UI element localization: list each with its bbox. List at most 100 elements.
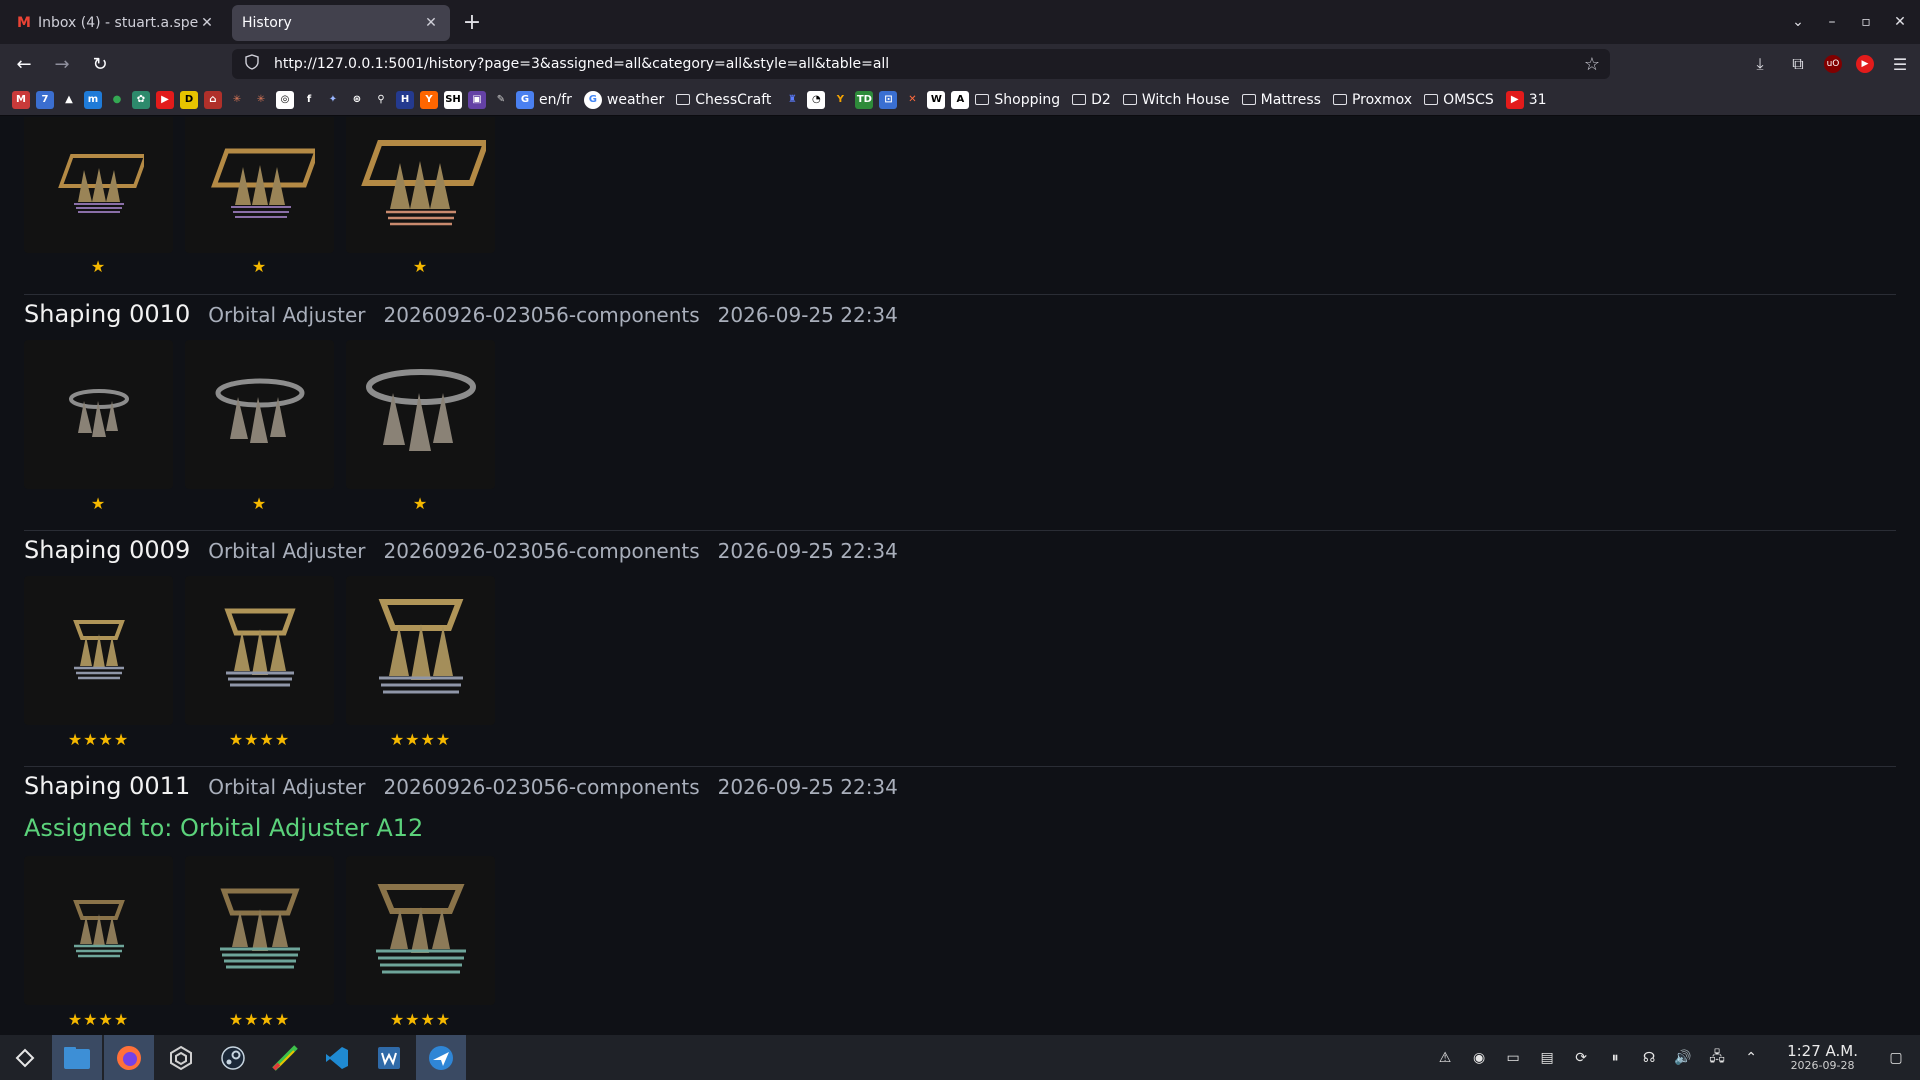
bookmark-favicon-icon[interactable]: A [951,90,970,109]
bookmark-star-icon[interactable]: ☆ [1584,54,1600,75]
terminal-icon[interactable]: ▭ [1503,1048,1523,1068]
bookmark-youtube-31[interactable]: ▶ 31 [1505,90,1547,109]
bookmark-favicon-icon[interactable]: Y [831,91,849,109]
steam-icon[interactable] [208,1035,258,1080]
close-icon[interactable]: ✕ [422,14,440,32]
list-all-tabs-icon[interactable]: ⌄ [1788,14,1808,30]
ublock-icon[interactable]: uO [1824,55,1842,73]
bookmark-favicon-icon[interactable]: ♜ [783,91,801,109]
bookmark-favicon-icon[interactable]: ◔ [807,90,826,109]
render-thumbnail[interactable] [24,576,173,725]
bookmark-folder-mattress[interactable]: Mattress [1241,92,1321,108]
star-rating[interactable]: ★ [185,257,334,276]
star-rating[interactable]: ★★★★ [24,730,173,749]
youtube-extension-icon[interactable]: ▶ [1856,55,1874,73]
bookmark-favicon-icon[interactable]: ⊡ [879,90,898,109]
bookmark-favicon-icon[interactable]: TD [855,90,874,109]
maps-icon[interactable]: ● [108,91,126,109]
sync-icon[interactable]: ⟳ [1571,1048,1591,1068]
bookmark-favicon-icon[interactable]: ⚲ [372,91,390,109]
bookmark-folder-witch-house[interactable]: Witch House [1122,92,1230,108]
download-icon[interactable]: ⤓ [1748,52,1772,76]
render-thumbnail[interactable] [346,117,495,253]
bookmark-weather[interactable]: G weather [583,90,664,109]
show-desktop-icon[interactable]: ▢ [1886,1048,1906,1068]
bookmark-folder-chesscraft[interactable]: ChessCraft [676,92,771,108]
bookmark-favicon-icon[interactable]: ✦ [324,91,342,109]
render-thumbnail[interactable] [346,340,495,489]
bookmark-folder-shopping[interactable]: Shopping [975,92,1060,108]
clock[interactable]: 1:27 A.M. 2026-09-28 [1787,1043,1858,1071]
chatgpt-icon[interactable]: ⊛ [348,91,366,109]
notifications-icon[interactable]: ⚠ [1435,1048,1455,1068]
bookmark-favicon-icon[interactable]: 7 [36,90,54,109]
twitch-icon[interactable]: ▣ [468,90,486,109]
bookmark-folder-omscs[interactable]: OMSCS [1424,92,1494,108]
star-rating[interactable]: ★★★★ [185,730,334,749]
bookmark-favicon-icon[interactable]: W [927,90,946,109]
url-bar[interactable]: http://127.0.0.1:5001/history?page=3&ass… [232,49,1610,79]
back-icon[interactable]: ← [8,48,40,80]
krita-icon[interactable] [260,1035,310,1080]
forward-icon[interactable]: → [46,48,78,80]
star-rating[interactable]: ★ [346,494,495,513]
clipboard-icon[interactable]: ▤ [1537,1048,1557,1068]
close-icon[interactable]: ✕ [198,14,216,32]
star-rating[interactable]: ★★★★ [346,1010,495,1029]
tab-history[interactable]: History ✕ [232,5,450,41]
app-launcher-icon[interactable] [0,1035,50,1080]
bookmark-favicon-icon[interactable]: M [12,90,30,109]
vscode-icon[interactable] [312,1035,362,1080]
unity-hub-icon[interactable] [156,1035,206,1080]
menu-icon[interactable]: ☰ [1888,52,1912,76]
shield-icon[interactable] [244,54,262,74]
star-rating[interactable]: ★ [24,257,173,276]
bookmark-folder-d2[interactable]: D2 [1072,92,1111,108]
render-thumbnail[interactable] [185,856,334,1005]
close-window-icon[interactable]: ✕ [1890,14,1910,30]
reload-icon[interactable]: ↻ [84,48,116,80]
star-rating[interactable]: ★ [185,494,334,513]
tab-inbox[interactable]: M Inbox (4) - stuart.a.spence ✕ [6,5,226,41]
render-thumbnail[interactable] [346,576,495,725]
bookmark-folder-proxmox[interactable]: Proxmox [1332,92,1412,108]
render-thumbnail[interactable] [24,117,173,253]
accessibility-icon[interactable]: ☊ [1639,1048,1659,1068]
render-thumbnail[interactable] [346,856,495,1005]
drive-icon[interactable]: ▲ [60,91,78,109]
star-rating[interactable]: ★ [24,494,173,513]
bookmark-favicon-icon[interactable]: ⌂ [204,90,222,109]
bookmark-favicon-icon[interactable]: D [180,90,198,109]
bookmark-favicon-icon[interactable]: ✕ [903,91,921,109]
file-manager-icon[interactable] [52,1035,102,1080]
bookmark-favicon-icon[interactable]: SH [444,90,462,109]
volume-icon[interactable]: 🔊 [1673,1048,1693,1068]
bookmark-favicon-icon[interactable]: m [84,90,102,109]
render-thumbnail[interactable] [185,340,334,489]
bookmark-favicon-icon[interactable]: ✿ [132,90,150,109]
claude-icon[interactable]: ✳ [252,91,270,109]
plane-app-icon[interactable] [416,1035,466,1080]
firefox-icon[interactable] [104,1035,154,1080]
steam-tray-icon[interactable]: ◉ [1469,1048,1489,1068]
render-thumbnail[interactable] [185,117,334,253]
star-rating[interactable]: ★ [346,257,495,276]
youtube-icon[interactable]: ▶ [156,90,174,109]
render-thumbnail[interactable] [24,856,173,1005]
maximize-icon[interactable]: ▫ [1856,14,1876,30]
extensions-icon[interactable]: ⧉ [1786,52,1810,76]
minimize-icon[interactable]: – [1822,14,1842,30]
new-tab-button[interactable]: + [456,6,488,38]
star-rating[interactable]: ★★★★ [185,1010,334,1029]
url-text[interactable]: http://127.0.0.1:5001/history?page=3&ass… [274,56,889,72]
bookmark-favicon-icon[interactable]: ◎ [276,90,294,109]
wiki-app-icon[interactable] [364,1035,414,1080]
bookmark-favicon-icon[interactable]: H [396,90,414,109]
network-icon[interactable]: 🖧 [1707,1048,1727,1068]
bookmark-favicon-icon[interactable]: f [300,91,318,109]
render-thumbnail[interactable] [24,340,173,489]
star-rating[interactable]: ★★★★ [346,730,495,749]
hackernews-icon[interactable]: Y [420,90,438,109]
bookmark-favicon-icon[interactable]: ✎ [492,91,510,109]
expand-tray-icon[interactable]: ⌃ [1741,1048,1761,1068]
